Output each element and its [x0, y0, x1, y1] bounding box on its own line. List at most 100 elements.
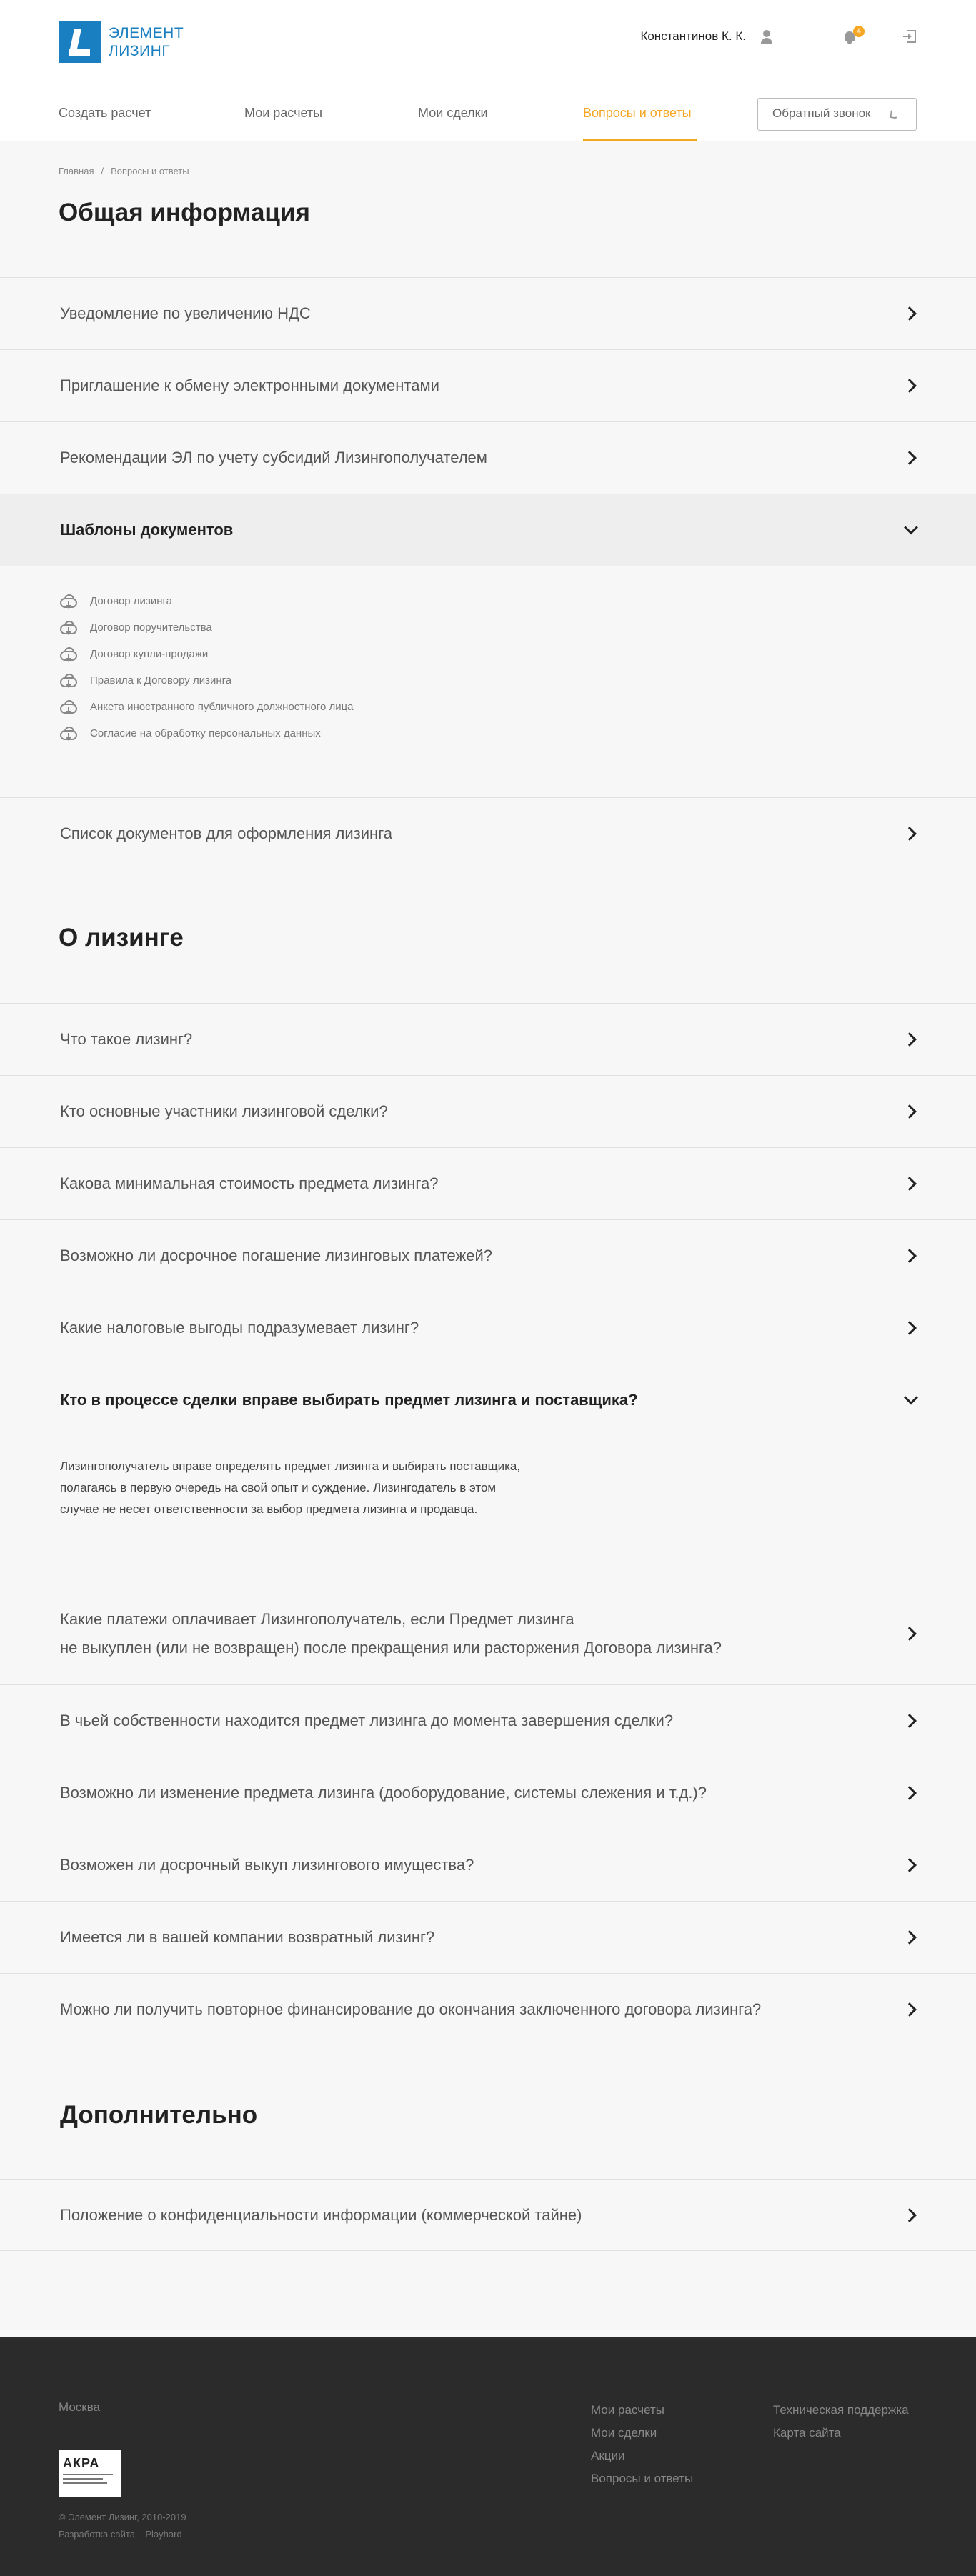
faq-item-label: Кто основные участники лизинговой сделки… — [60, 1102, 388, 1120]
notifications-button[interactable]: 4 — [842, 26, 865, 46]
nav-create-calc[interactable]: Создать расчет — [59, 106, 151, 141]
documents-list: Договор лизинга Договор поручительства Д… — [59, 588, 354, 747]
faq-item-label: Список документов для оформления лизинга — [60, 824, 392, 842]
chevron-right-icon — [902, 2207, 917, 2222]
chevron-right-icon — [902, 379, 917, 393]
breadcrumb: Главная / Вопросы и ответы — [59, 166, 189, 176]
faq-item-label: Что такое лизинг? — [60, 1030, 193, 1048]
chevron-right-icon — [902, 1930, 917, 1945]
cloud-download-icon — [59, 673, 80, 689]
faq-item-label: Можно ли получить повторное финансирован… — [60, 2000, 762, 2018]
faq-item[interactable]: Что такое лизинг? — [0, 1003, 976, 1075]
faq-answer: Лизингополучатель вправе определять пред… — [60, 1459, 521, 1516]
document-link[interactable]: Правила к Договору лизинга — [59, 667, 354, 694]
faq-item-label: Уведомление по увеличению НДС — [60, 304, 311, 322]
section-title-extra: Дополнительно — [60, 2101, 258, 2129]
section-title-about: О лизинге — [59, 924, 184, 952]
chevron-right-icon — [902, 1104, 917, 1119]
footer-nav-col1: Мои расчеты Мои сделки Акции Вопросы и о… — [591, 2399, 693, 2490]
faq-item-label: Приглашение к обмену электронными докуме… — [60, 376, 439, 394]
logout-button[interactable] — [902, 29, 917, 44]
chevron-right-icon — [902, 1714, 917, 1728]
footer-link[interactable]: Вопросы и ответы — [591, 2467, 693, 2490]
chevron-right-icon — [902, 306, 917, 321]
user-icon — [759, 29, 775, 44]
faq-item[interactable]: Возможно ли изменение предмета лизинга (… — [0, 1757, 976, 1829]
footer-link[interactable]: Мои сделки — [591, 2422, 693, 2445]
cloud-download-icon — [59, 699, 80, 715]
faq-item[interactable]: Какие налоговые выгоды подразумевает лиз… — [0, 1292, 976, 1364]
document-link[interactable]: Договор поручительства — [59, 614, 354, 641]
faq-item-label: Кто в процессе сделки вправе выбирать пр… — [60, 1391, 638, 1409]
faq-item-label: Положение о конфиденциальности информаци… — [60, 2205, 582, 2224]
cloud-download-icon — [59, 647, 80, 662]
chevron-right-icon — [902, 1177, 917, 1191]
callback-button[interactable]: Обратный звонок — [757, 98, 917, 131]
footer-link[interactable]: Карта сайта — [773, 2422, 909, 2445]
nav-faq[interactable]: Вопросы и ответы — [583, 106, 697, 141]
chevron-right-icon — [902, 1249, 917, 1263]
faq-item-label: Возможно ли досрочное погашение лизингов… — [60, 1247, 492, 1264]
footer-nav-col2: Техническая поддержка Карта сайта — [773, 2399, 909, 2445]
chevron-down-icon — [904, 520, 918, 535]
faq-item-label: Имеется ли в вашей компании возвратный л… — [60, 1928, 435, 1946]
chevron-right-icon — [902, 1626, 917, 1641]
logo-line2: ЛИЗИНГ — [109, 43, 171, 59]
faq-item[interactable]: Какова минимальная стоимость предмета ли… — [0, 1147, 976, 1219]
cloud-download-icon — [59, 726, 80, 742]
logo[interactable]: ЭЛЕМЕНТ ЛИЗИНГ — [59, 21, 184, 63]
chevron-right-icon — [902, 1032, 917, 1047]
user-name: Константинов К. К. — [640, 29, 746, 43]
faq-item[interactable]: Положение о конфиденциальности информаци… — [0, 2179, 976, 2251]
document-link[interactable]: Договор купли-продажи — [59, 641, 354, 667]
faq-item[interactable]: Кто основные участники лизинговой сделки… — [0, 1075, 976, 1147]
logo-icon — [59, 21, 101, 63]
faq-item[interactable]: Имеется ли в вашей компании возвратный л… — [0, 1901, 976, 1973]
akra-logo[interactable]: АКРА — [59, 2450, 121, 2497]
faq-item-open[interactable]: Шаблоны документов — [0, 494, 976, 566]
section-title-general: Общая информация — [59, 199, 310, 226]
user-menu[interactable]: Константинов К. К. — [640, 29, 775, 44]
nav-my-calcs[interactable]: Мои расчеты — [244, 106, 322, 141]
footer-link[interactable]: Техническая поддержка — [773, 2399, 909, 2422]
faq-item-label: Шаблоны документов — [60, 521, 234, 539]
footer-developer[interactable]: Разработка сайта – Playhard — [59, 2526, 186, 2543]
footer-link[interactable]: Мои расчеты — [591, 2399, 693, 2422]
chevron-right-icon — [902, 1786, 917, 1800]
breadcrumb-home[interactable]: Главная — [59, 166, 94, 176]
chevron-right-icon — [902, 1321, 917, 1335]
faq-item[interactable]: Уведомление по увеличению НДС — [0, 277, 976, 349]
logo-line1: ЭЛЕМЕНТ — [109, 25, 184, 41]
faq-item[interactable]: Рекомендации ЭЛ по учету субсидий Лизинг… — [0, 421, 976, 494]
faq-item-label: Возможно ли изменение предмета лизинга (… — [60, 1784, 707, 1802]
footer-link[interactable]: Акции — [591, 2445, 693, 2467]
faq-item-open[interactable]: Кто в процессе сделки вправе выбирать пр… — [0, 1364, 976, 1436]
footer: Москва АКРА © Элемент Лизинг, 2010-2019 … — [0, 2337, 976, 2576]
faq-item[interactable]: Можно ли получить повторное финансирован… — [0, 1973, 976, 2045]
document-link[interactable]: Анкета иностранного публичного должностн… — [59, 694, 354, 720]
faq-item[interactable]: Возможно ли досрочное погашение лизингов… — [0, 1219, 976, 1292]
faq-item-label: В чьей собственности находится предмет л… — [60, 1712, 674, 1729]
akra-label: АКРА — [63, 2456, 100, 2470]
faq-item[interactable]: Возможен ли досрочный выкуп лизингового … — [0, 1829, 976, 1901]
notification-badge: 4 — [853, 26, 865, 37]
chevron-right-icon — [902, 826, 917, 841]
cloud-download-icon — [59, 594, 80, 609]
nav-my-deals[interactable]: Мои сделки — [418, 106, 488, 141]
footer-copyright: © Элемент Лизинг, 2010-2019 — [59, 2512, 186, 2522]
faq-item-label: Рекомендации ЭЛ по учету субсидий Лизинг… — [60, 449, 487, 466]
faq-item-label: Какова минимальная стоимость предмета ли… — [60, 1174, 439, 1192]
document-link[interactable]: Согласие на обработку персональных данны… — [59, 720, 354, 747]
faq-item[interactable]: Список документов для оформления лизинга — [0, 797, 976, 869]
faq-item[interactable]: Приглашение к обмену электронными докуме… — [0, 349, 976, 421]
callback-label: Обратный звонок — [772, 106, 871, 120]
cloud-download-icon — [59, 620, 80, 636]
faq-item[interactable]: Какие платежи оплачивает Лизингополучате… — [0, 1582, 976, 1684]
faq-item-label: Какие платежи оплачивает Лизингополучате… — [60, 1609, 722, 1657]
faq-item[interactable]: В чьей собственности находится предмет л… — [0, 1684, 976, 1757]
document-link[interactable]: Договор лизинга — [59, 588, 354, 614]
chevron-right-icon — [902, 451, 917, 465]
header: ЭЛЕМЕНТ ЛИЗИНГ Константинов К. К. 4 Созд… — [0, 0, 976, 141]
chevron-right-icon — [902, 2002, 917, 2017]
chevron-right-icon — [902, 1858, 917, 1872]
